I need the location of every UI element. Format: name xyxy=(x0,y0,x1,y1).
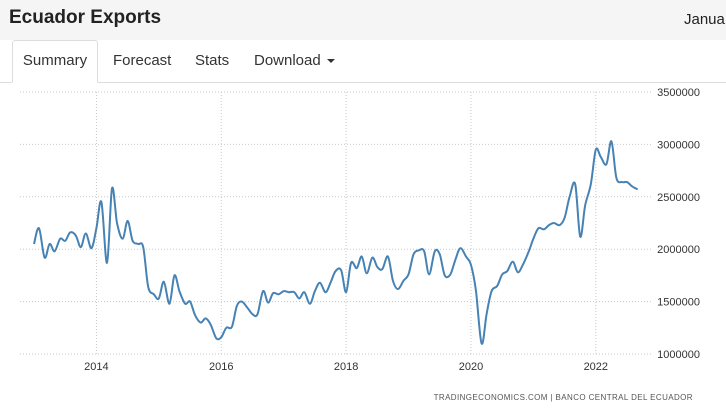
y-axis-ticks: 1000000 1500000 2000000 2500000 3000000 35000… xyxy=(657,87,700,361)
exports-line-chart: 2014 2016 2018 2020 2022 1000000 1500000 20000… xyxy=(20,87,700,402)
x-tick-label: 2018 xyxy=(334,361,358,373)
exports-series-line xyxy=(33,140,639,345)
x-tick-label: 2016 xyxy=(209,361,233,373)
y-tick-label: 1000000 xyxy=(657,349,700,361)
y-tick-label: 3500000 xyxy=(657,87,700,99)
chart-grid xyxy=(20,91,652,355)
y-tick-label: 2000000 xyxy=(657,244,700,256)
y-tick-label: 1500000 xyxy=(657,297,700,309)
x-tick-label: 2014 xyxy=(84,361,108,373)
y-tick-label: 3000000 xyxy=(657,139,700,151)
x-axis-ticks: 2014 2016 2018 2020 2022 xyxy=(84,361,608,373)
x-tick-label: 2020 xyxy=(459,361,483,373)
chart-credit: TRADINGECONOMICS.COM | BANCO CENTRAL DEL… xyxy=(434,393,693,402)
y-tick-label: 2500000 xyxy=(657,192,700,204)
x-tick-label: 2022 xyxy=(584,361,608,373)
